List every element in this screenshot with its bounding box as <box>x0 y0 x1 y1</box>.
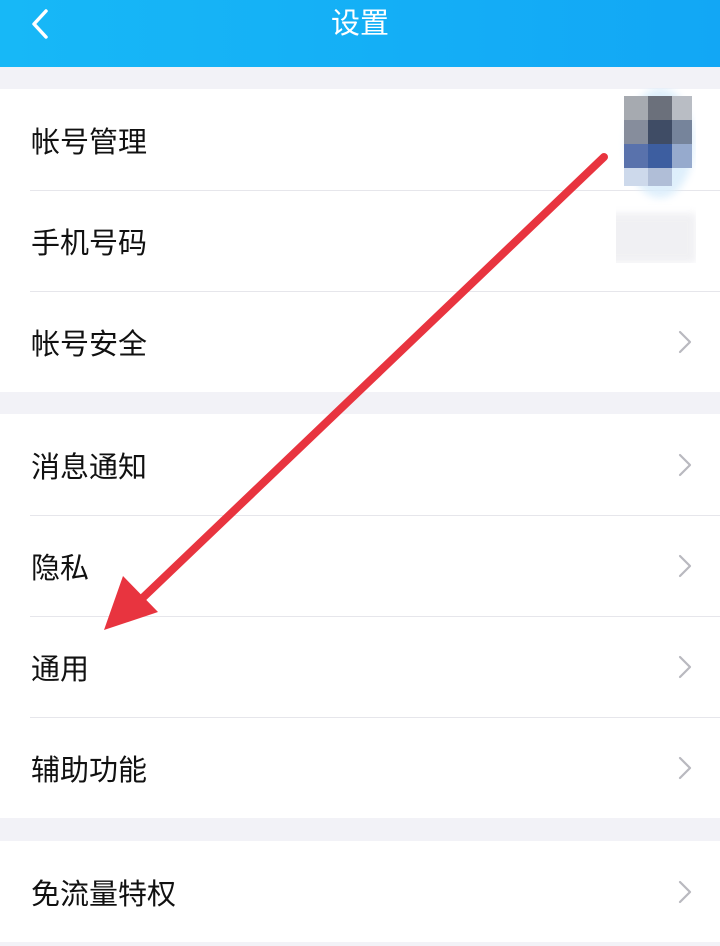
chevron-right-icon <box>678 655 692 678</box>
settings-group-account: 帐号管理 手机号码 帐号安全 <box>0 89 720 392</box>
settings-group-general: 消息通知 隐私 通用 辅助功能 <box>0 414 720 818</box>
page-title: 设置 <box>330 6 389 40</box>
settings-item-label: 帐号管理 <box>31 124 148 159</box>
settings-item-general[interactable]: 通用 <box>0 616 720 717</box>
settings-item-label: 帐号安全 <box>31 326 148 361</box>
chevron-right-icon <box>678 554 692 577</box>
chevron-right-icon <box>678 756 692 779</box>
settings-item-account-security[interactable]: 帐号安全 <box>0 291 720 392</box>
settings-item-label: 通用 <box>31 651 90 686</box>
blurred-avatar <box>616 88 696 263</box>
chevron-right-icon <box>678 330 692 353</box>
settings-item-notifications[interactable]: 消息通知 <box>0 414 720 515</box>
settings-item-account-management[interactable]: 帐号管理 <box>0 89 720 190</box>
settings-item-label: 免流量特权 <box>31 876 177 911</box>
settings-item-label: 消息通知 <box>31 449 148 484</box>
settings-item-label: 辅助功能 <box>31 752 148 787</box>
settings-item-accessibility[interactable]: 辅助功能 <box>0 717 720 818</box>
settings-item-label: 手机号码 <box>31 225 148 260</box>
settings-item-label: 隐私 <box>31 550 90 585</box>
chevron-right-icon <box>678 453 692 476</box>
settings-group-extras: 免流量特权 <box>0 841 720 942</box>
settings-item-phone-number[interactable]: 手机号码 <box>0 190 720 291</box>
chevron-right-icon <box>678 880 692 903</box>
settings-item-privacy[interactable]: 隐私 <box>0 515 720 616</box>
settings-item-free-data[interactable]: 免流量特权 <box>0 841 720 942</box>
title-bar: 设置 <box>0 0 720 67</box>
